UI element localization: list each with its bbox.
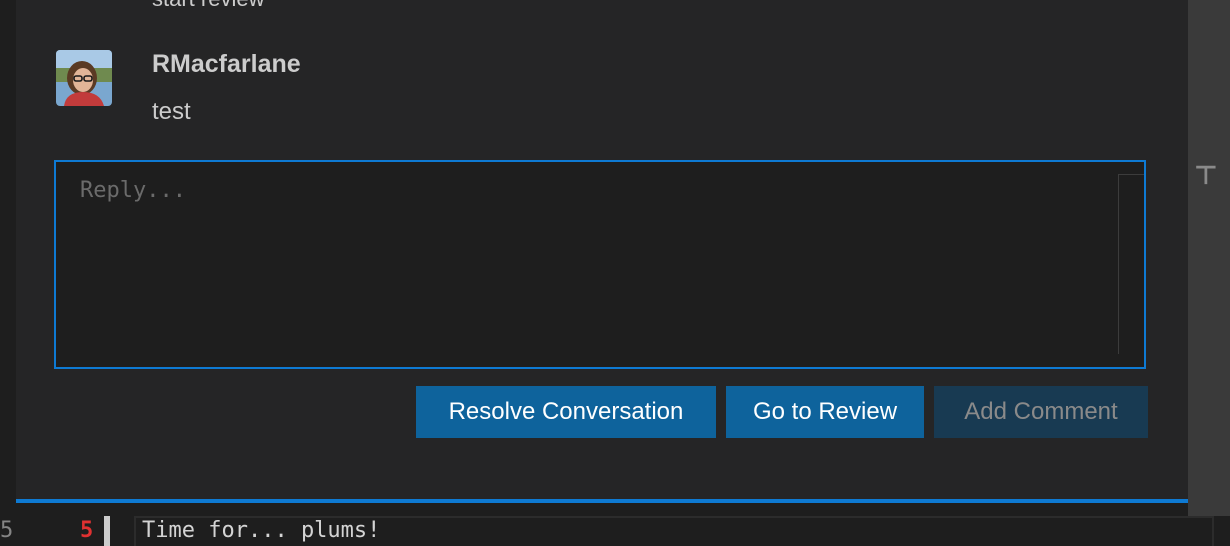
line-number-original: 5 [0,518,14,543]
comment-body: test [152,98,191,125]
reply-box [54,160,1146,369]
avatar [56,50,112,106]
avatar-image [56,50,112,106]
previous-comment-body: start review [152,0,264,12]
left-gutter [0,0,16,500]
reply-input[interactable] [56,162,1116,367]
add-comment-button[interactable]: Add Comment [934,386,1148,438]
panel-bottom-border [16,499,1188,503]
comment-author: RMacfarlane [152,50,301,78]
comment-marker-icon: ⊤ [1194,161,1218,191]
resolve-conversation-button[interactable]: Resolve Conversation [416,386,716,438]
reply-scrollbar[interactable] [1118,174,1144,354]
go-to-review-button[interactable]: Go to Review [726,386,924,438]
editor-scrollbar[interactable] [1188,0,1230,516]
editor-window: start review RMacfarlane test Resolve Co… [0,0,1230,546]
line-number-modified: 5 [80,518,94,543]
code-line[interactable]: Time for... plums! [142,518,380,543]
text-cursor [104,516,110,546]
